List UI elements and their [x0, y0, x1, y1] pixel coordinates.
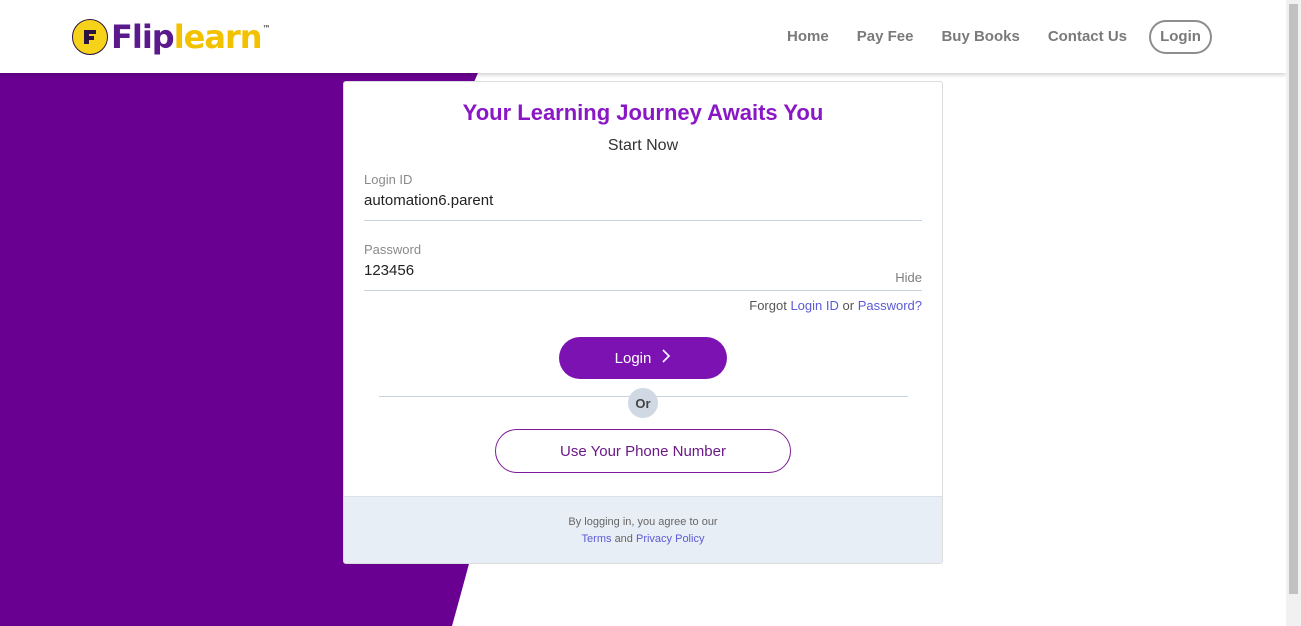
card-title: Your Learning Journey Awaits You [462, 100, 824, 125]
login-id-label: Login ID [364, 172, 413, 187]
forgot-login-id-link[interactable]: Login ID [790, 298, 838, 313]
use-phone-number-button[interactable]: Use Your Phone Number [495, 429, 791, 473]
card-subtitle: Start Now [607, 137, 679, 154]
logo-learn-text: learn [173, 18, 263, 56]
login-button[interactable]: Login [559, 337, 727, 379]
nav-login-button[interactable]: Login [1149, 19, 1212, 54]
login-card: Your Learning Journey Awaits You Start N… [343, 81, 943, 564]
nav-pay-fee[interactable]: Pay Fee [857, 28, 914, 45]
footer-and-text: and [614, 533, 633, 545]
top-nav: Home Pay Fee Buy Books Contact Us Login [759, 0, 1212, 73]
password-field[interactable]: Password 123456 Hide [364, 242, 922, 291]
logo-badge-icon [72, 19, 108, 55]
nav-contact-us[interactable]: Contact Us [1048, 28, 1127, 45]
nav-home[interactable]: Home [787, 28, 829, 45]
footer-agree-text: By logging in, you agree to our [568, 516, 718, 528]
logo-trademark: ™ [262, 24, 271, 33]
login-id-input[interactable]: automation6.parent [364, 192, 922, 209]
logo-wordmark: Fliplearn™ [111, 18, 271, 56]
or-divider-badge: Or [628, 388, 658, 418]
card-footer: By logging in, you agree to our Terms an… [344, 496, 942, 563]
logo-flip-text: Flip [111, 18, 175, 56]
password-label: Password [364, 242, 422, 257]
forgot-prefix: Forgot [749, 298, 787, 313]
hide-password-toggle[interactable]: Hide [895, 270, 922, 285]
forgot-or-text: or [842, 298, 855, 313]
vertical-scrollbar[interactable] [1286, 0, 1301, 626]
header: Fliplearn™ Home Pay Fee Buy Books Contac… [0, 0, 1286, 73]
nav-buy-books[interactable]: Buy Books [941, 28, 1019, 45]
scrollbar-thumb[interactable] [1289, 4, 1298, 594]
password-input[interactable]: 123456 [364, 262, 922, 279]
forgot-credentials: Forgot Login ID or Password? [749, 298, 922, 313]
terms-link[interactable]: Terms [582, 533, 612, 545]
brand-logo[interactable]: Fliplearn™ [72, 16, 271, 58]
chevron-right-icon [661, 348, 671, 368]
forgot-password-link[interactable]: Password? [858, 298, 922, 313]
login-button-label: Login [614, 349, 652, 367]
login-id-field[interactable]: Login ID automation6.parent [364, 172, 922, 221]
footer-text: By logging in, you agree to our Terms an… [344, 514, 942, 548]
privacy-policy-link[interactable]: Privacy Policy [636, 533, 704, 545]
